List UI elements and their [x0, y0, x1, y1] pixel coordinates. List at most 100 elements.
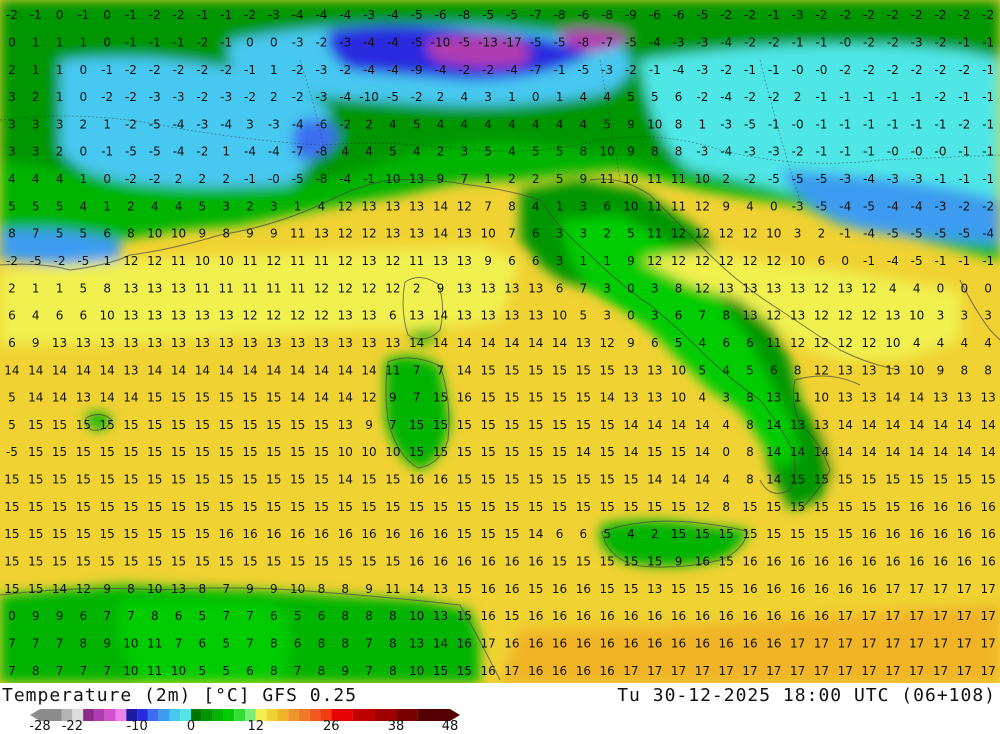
- temperature-value: -1: [815, 117, 827, 131]
- temperature-value: 13: [433, 609, 448, 623]
- temperature-value: 4: [937, 336, 945, 350]
- temperature-value: 10: [695, 172, 710, 186]
- temperature-value: 9: [937, 363, 945, 377]
- temperature-value: 14: [861, 418, 876, 432]
- temperature-value: 4: [413, 145, 421, 159]
- temperature-value: -8: [458, 8, 470, 22]
- temperature-value: 12: [671, 254, 686, 268]
- temperature-value: -9: [411, 63, 423, 77]
- temperature-value: 14: [933, 418, 948, 432]
- temperature-value: 12: [814, 336, 829, 350]
- temperature-value: 17: [861, 664, 876, 678]
- temperature-value: 1: [103, 254, 111, 268]
- temperature-value: 10: [623, 172, 638, 186]
- temperature-value: 5: [746, 363, 754, 377]
- temperature-value: 16: [790, 555, 805, 569]
- temperature-value: -1: [958, 35, 970, 49]
- temperature-value: 11: [266, 281, 281, 295]
- temperature-value: -6: [673, 8, 685, 22]
- temperature-value: 8: [746, 473, 754, 487]
- temperature-value: -2: [196, 90, 208, 104]
- temperature-value: 0: [627, 309, 635, 323]
- temperature-value: 15: [76, 445, 91, 459]
- temperature-value: 5: [199, 609, 207, 623]
- temperature-value: 5: [627, 227, 635, 241]
- temperature-value: 16: [885, 527, 900, 541]
- temperature-value: -2: [696, 90, 708, 104]
- scale-tick-label: 26: [323, 719, 340, 734]
- temperature-value: 2: [413, 281, 421, 295]
- temperature-value: 5: [199, 199, 207, 213]
- temperature-value: 16: [742, 582, 757, 596]
- temperature-value: -1: [982, 172, 994, 186]
- temperature-value: -4: [173, 117, 185, 131]
- temperature-value: 15: [600, 473, 615, 487]
- temperature-value: 15: [671, 582, 686, 596]
- temperature-value: 13: [742, 309, 757, 323]
- temperature-value: 12: [361, 281, 376, 295]
- temperature-value: 3: [270, 199, 278, 213]
- temperature-value: 13: [480, 281, 495, 295]
- temperature-value: 14: [623, 418, 638, 432]
- temperature-value: -2: [292, 90, 304, 104]
- temperature-value: -5: [577, 63, 589, 77]
- temperature-value: 12: [814, 309, 829, 323]
- temperature-value: 17: [695, 664, 710, 678]
- temperature-value: 8: [341, 609, 349, 623]
- temperature-value: 14: [909, 391, 924, 405]
- temperature-value: 13: [719, 281, 734, 295]
- temperature-value: 8: [675, 117, 683, 131]
- temperature-value: 1: [294, 199, 302, 213]
- temperature-value: 4: [389, 117, 397, 131]
- temperature-value: 17: [909, 664, 924, 678]
- temperature-value: 8: [270, 636, 278, 650]
- temperature-value: 12: [338, 227, 353, 241]
- temperature-value: 12: [314, 281, 329, 295]
- temperature-value: 0: [770, 199, 778, 213]
- temperature-value: 9: [246, 582, 254, 596]
- temperature-value: 16: [552, 636, 567, 650]
- temperature-value: 15: [266, 445, 281, 459]
- temperature-value: -4: [173, 145, 185, 159]
- temperature-value: 6: [389, 309, 397, 323]
- temperature-value: 9: [437, 281, 445, 295]
- temperature-value: 12: [695, 199, 710, 213]
- temperature-value: 13: [314, 336, 329, 350]
- temperature-value: 4: [722, 363, 730, 377]
- temperature-value: 14: [76, 363, 91, 377]
- temperature-value: 13: [314, 227, 329, 241]
- temperature-value: -4: [244, 145, 256, 159]
- temperature-value: 15: [100, 527, 115, 541]
- temperature-value: 11: [314, 254, 329, 268]
- temperature-value: 16: [385, 527, 400, 541]
- temperature-value: 11: [242, 254, 257, 268]
- temperature-value: 12: [147, 254, 162, 268]
- temperature-value: 6: [8, 336, 16, 350]
- temperature-value: -1: [815, 145, 827, 159]
- temperature-value: -4: [339, 8, 351, 22]
- temperature-value: -2: [101, 90, 113, 104]
- temperature-value: -2: [125, 63, 137, 77]
- temperature-value: -1: [220, 35, 232, 49]
- temperature-value: 15: [600, 500, 615, 514]
- temperature-value: -1: [244, 63, 256, 77]
- temperature-value: -13: [478, 35, 498, 49]
- temperature-value: 17: [909, 609, 924, 623]
- temperature-value: -4: [434, 63, 446, 77]
- temperature-value: 15: [885, 473, 900, 487]
- temperature-value: -4: [863, 227, 875, 241]
- temperature-value: 1: [32, 35, 40, 49]
- temperature-value: -4: [911, 199, 923, 213]
- temperature-value: 15: [790, 473, 805, 487]
- temperature-value: -8: [554, 8, 566, 22]
- temperature-value: 16: [433, 527, 448, 541]
- temperature-value: 11: [290, 254, 305, 268]
- temperature-value: -2: [625, 63, 637, 77]
- temperature-value: 14: [266, 363, 281, 377]
- temperature-value: 9: [627, 336, 635, 350]
- temperature-value: 17: [957, 664, 972, 678]
- temperature-value: 10: [409, 609, 424, 623]
- temperature-value: 15: [504, 473, 519, 487]
- temperature-value: 13: [385, 199, 400, 213]
- temperature-value: -1: [649, 63, 661, 77]
